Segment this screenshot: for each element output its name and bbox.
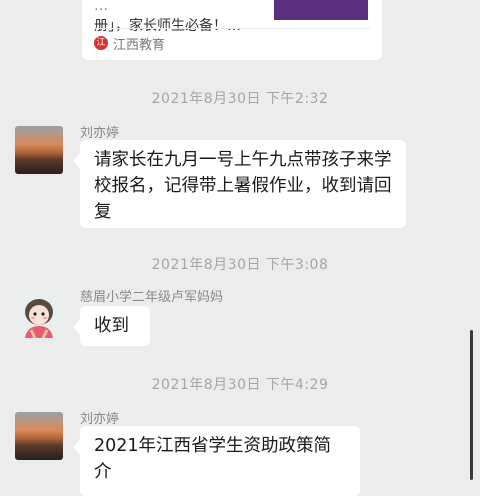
message-bubble[interactable]: 2021年江西省学生资助政策简介	[73, 426, 360, 496]
message-timestamp: 2021年8月30日 下午3:08	[151, 257, 329, 273]
source-name: 江西教育	[113, 38, 166, 53]
shared-article-thumbnail	[274, 0, 368, 20]
message-bubble[interactable]: 请家长在九月一号上午九点带孩子来学校报名，记得带上暑假作业，收到请回复	[73, 140, 406, 228]
sender-avatar[interactable]	[15, 290, 63, 338]
scrollbar[interactable]	[470, 330, 473, 480]
sender-name: 慈眉小学二年级卢军妈妈	[80, 290, 224, 305]
sender-avatar[interactable]	[15, 412, 63, 460]
shared-article-title-line1: …	[94, 0, 108, 14]
sender-name: 刘亦婷	[80, 126, 120, 141]
source-logo-icon: 江	[94, 36, 108, 50]
shared-article-title: … 册」，家长师生必备！…	[94, 0, 284, 36]
message-timestamp: 2021年8月30日 下午4:29	[151, 377, 329, 393]
message-text: 2021年江西省学生资助政策简介	[94, 436, 332, 482]
sender-avatar[interactable]	[15, 126, 63, 174]
message-text: 收到	[94, 316, 129, 336]
card-divider	[94, 28, 370, 29]
sender-name: 刘亦婷	[80, 412, 120, 427]
shared-article-card[interactable]: … 册」，家长师生必备！… 江 江西教育	[82, 0, 382, 60]
cartoon-girl-icon	[15, 290, 63, 338]
message-text: 请家长在九月一号上午九点带孩子来学校报名，记得带上暑假作业，收到请回复	[94, 150, 392, 222]
message-timestamp: 2021年8月30日 下午2:32	[151, 91, 329, 107]
shared-article-title-line2: 册」，家长师生必备！…	[94, 18, 241, 34]
message-bubble[interactable]: 收到	[73, 306, 150, 346]
